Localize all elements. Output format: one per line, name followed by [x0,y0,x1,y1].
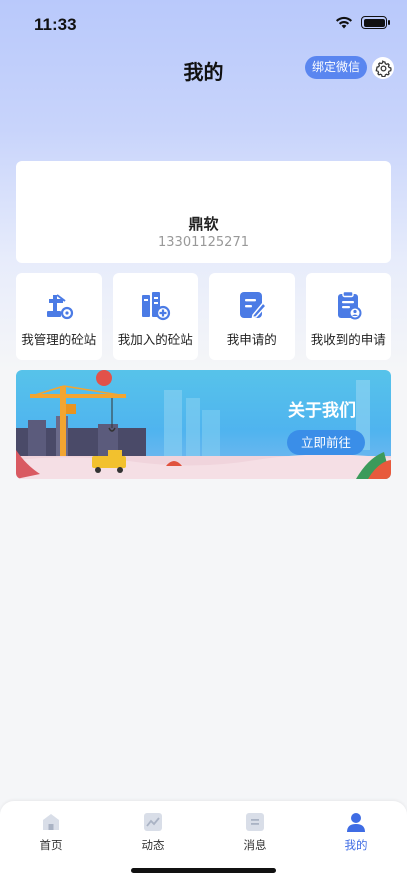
construction-illustration [16,370,391,479]
grid-item-my-applications[interactable]: 我申请的 [209,273,295,360]
grid-label: 我申请的 [226,332,277,347]
bind-wechat-button[interactable]: 绑定微信 [305,56,368,79]
edit-document-icon [239,292,267,319]
tab-messages[interactable]: 消息 [220,809,290,857]
home-icon [43,814,59,830]
tab-mine[interactable]: 我的 [321,809,391,857]
status-icons [335,16,390,29]
banner-title: 关于我们 [288,401,356,421]
received-document-icon [338,290,362,320]
about-us-banner[interactable]: 关于我们 立即前往 [16,370,391,479]
tab-activity[interactable]: 动态 [118,809,188,857]
tab-home[interactable]: 首页 [16,809,86,857]
crane-gear-icon [46,294,73,320]
battery-icon [361,16,390,29]
wifi-icon [336,16,352,29]
message-icon [246,813,264,831]
chart-icon [144,813,162,831]
grid-item-received-applications[interactable]: 我收到的申请 [305,273,391,360]
grid-item-managed-stations[interactable]: 我管理的砼站 [16,273,102,360]
user-icon [347,813,365,832]
grid-item-joined-stations[interactable]: 我加入的砼站 [112,273,198,360]
settings-button[interactable] [372,57,394,79]
tab-label: 首页 [39,838,63,852]
feature-grid: 我管理的砼站 我加入的砼站 我申请的 我收到的申请 [16,273,391,360]
grid-label: 我加入的砼站 [117,332,193,347]
tab-label: 我的 [344,838,368,852]
grid-label: 我收到的申请 [310,332,386,347]
status-time: 11:33 [34,15,77,34]
tab-label: 消息 [243,838,267,852]
gear-icon [375,59,392,77]
home-indicator [131,868,276,873]
profile-card[interactable]: 鼎软 13301125271 [16,161,391,263]
plant-add-icon [142,292,171,321]
profile-name: 鼎软 [188,215,219,233]
status-bar: 11:33 [0,0,407,50]
profile-phone: 13301125271 [158,235,249,250]
grid-label: 我管理的砼站 [21,332,97,347]
go-now-button[interactable]: 立即前往 [287,430,365,455]
tab-label: 动态 [141,838,165,852]
